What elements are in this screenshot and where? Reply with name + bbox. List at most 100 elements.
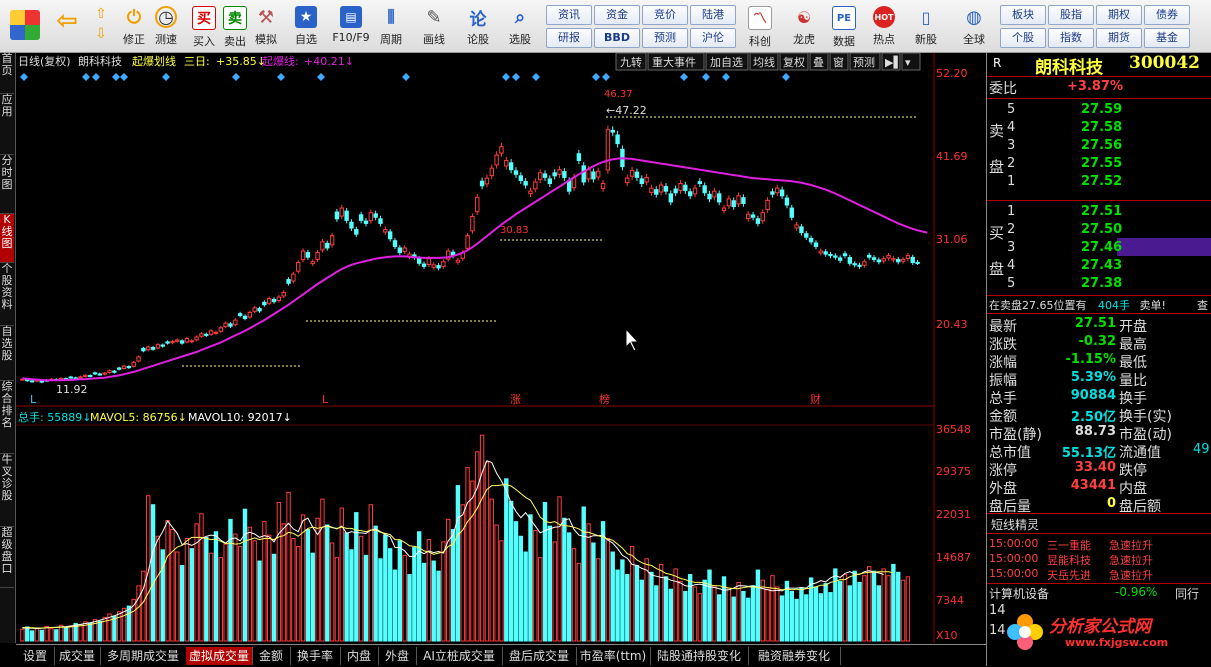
- tool-window[interactable]: 窗: [833, 55, 844, 69]
- simulate-button[interactable]: ⚒ 模拟: [250, 2, 282, 50]
- marker-l-2: L: [322, 393, 329, 406]
- tool-ma[interactable]: 均线: [753, 55, 775, 69]
- hot-icon: HOT: [873, 6, 895, 28]
- indicator-tab[interactable]: 成交量: [54, 647, 101, 665]
- auction-button[interactable]: 竞价: [642, 5, 688, 25]
- volume-bar: [407, 574, 412, 642]
- notice-check-link[interactable]: 查: [1197, 297, 1208, 313]
- ipo-button[interactable]: ▯ 新股: [910, 2, 942, 50]
- sector-name: 计算机设备: [989, 587, 1050, 601]
- short-sprite-item[interactable]: 15:00:00 三一重能 急速拉升: [987, 537, 1211, 552]
- draw-line-button[interactable]: ✎ 画线: [418, 2, 450, 50]
- tab-profile[interactable]: 个股资料: [0, 263, 14, 326]
- indicator-tab[interactable]: 换手率: [290, 647, 341, 665]
- stat-value: 55.13亿: [1061, 446, 1116, 461]
- f10-button[interactable]: ▤ F10/F9: [329, 2, 373, 50]
- tool-forecast[interactable]: 预测: [853, 56, 875, 69]
- sector-button[interactable]: 板块: [1000, 5, 1046, 25]
- research-button[interactable]: 研报: [546, 28, 592, 48]
- tab-ranking[interactable]: 综合排名: [0, 381, 14, 454]
- options-button[interactable]: 期权: [1096, 5, 1142, 25]
- star-market-button[interactable]: 〽 科创: [744, 2, 776, 50]
- sell-level-row[interactable]: 3 27.56: [987, 138, 1211, 156]
- tab-apps[interactable]: 应用: [0, 94, 14, 155]
- tool-jiuzhuan[interactable]: 九转: [620, 55, 642, 69]
- volume-bar: [54, 629, 59, 642]
- bbd-button[interactable]: BBD: [594, 28, 640, 48]
- indices-button[interactable]: 指数: [1048, 28, 1094, 48]
- tab-diagnosis[interactable]: 牛叉诊股: [0, 454, 14, 527]
- tool-toggle-icon[interactable]: ▶▌: [885, 55, 902, 69]
- short-sprite-item[interactable]: 15:00:00 昱能科技 急速拉升: [987, 552, 1211, 567]
- revise-button[interactable]: ⏻ 修正: [118, 2, 150, 50]
- sprite-event: 急速拉升: [1109, 569, 1153, 582]
- buy-button[interactable]: 买 买入: [188, 2, 220, 50]
- globe-button[interactable]: ◍ 全球: [954, 2, 994, 50]
- data-button[interactable]: PE 数据: [828, 2, 860, 50]
- shanghai-london-button[interactable]: 沪伦: [690, 28, 736, 48]
- kline-chart[interactable]: 日线(复权) 朗科科技 起爆划线 三日: +35.85↓ 起爆线: +40.21…: [16, 53, 986, 643]
- tab-intraday[interactable]: 分时图: [0, 155, 14, 214]
- app-logo-button[interactable]: [4, 2, 46, 50]
- hot-button[interactable]: HOT 热点: [868, 2, 900, 50]
- indicator-tab[interactable]: 设置: [16, 647, 55, 665]
- back-icon: ⇦: [56, 6, 78, 36]
- sprite-event: 急速拉升: [1109, 539, 1153, 552]
- buy-level-row[interactable]: 3 27.46: [987, 240, 1211, 258]
- funds-button[interactable]: 基金: [1144, 28, 1190, 48]
- back-button[interactable]: ⇦: [50, 2, 84, 50]
- tab-super-level2[interactable]: 超级盘口: [0, 527, 14, 588]
- indicator-tab[interactable]: 陆股通持股变化: [650, 647, 749, 665]
- tab-home[interactable]: 首页: [0, 53, 14, 94]
- buy-level-row[interactable]: 2 27.50: [987, 222, 1211, 240]
- indicator-tab[interactable]: 金额: [252, 647, 291, 665]
- bonds-button[interactable]: 债券: [1144, 5, 1190, 25]
- short-sprite-title: 短线精灵: [991, 518, 1040, 532]
- volume-bar: [276, 501, 282, 642]
- indicator-tab[interactable]: AI立桩成交量: [416, 647, 503, 665]
- sell-level-row[interactable]: 1 27.52: [987, 174, 1211, 192]
- stock-picker-button[interactable]: ⌕ 选股: [504, 2, 536, 50]
- sell-level-row[interactable]: 2 27.55: [987, 156, 1211, 174]
- short-sprite-item[interactable]: 15:00:00 天岳先进 急速拉升: [987, 567, 1211, 582]
- indicator-tab[interactable]: 外盘: [378, 647, 417, 665]
- sell-level-row[interactable]: 5 27.59: [987, 102, 1211, 120]
- futures-button[interactable]: 期货: [1096, 28, 1142, 48]
- hk-connect-button[interactable]: 陆港: [690, 5, 736, 25]
- sell-level-row[interactable]: 4 27.58: [987, 120, 1211, 138]
- sell-button[interactable]: 卖 卖出: [219, 2, 251, 50]
- discuss-icon: 论: [469, 9, 487, 30]
- tool-adjust[interactable]: 复权: [783, 55, 805, 69]
- forecast-button[interactable]: 预测: [642, 28, 688, 48]
- dragon-tiger-button[interactable]: ☯ 龙虎: [788, 2, 820, 50]
- speed-test-button[interactable]: ◷ 测速: [150, 2, 182, 50]
- index-futures-button[interactable]: 股指: [1048, 5, 1094, 25]
- news-button[interactable]: 资讯: [546, 5, 592, 25]
- indicator-tab[interactable]: 盘后成交量: [502, 647, 577, 665]
- watchlist-button[interactable]: ★ 自选: [290, 2, 322, 50]
- indicator-tab[interactable]: 多周期成交量: [100, 647, 187, 665]
- stocks-button[interactable]: 个股: [1000, 28, 1046, 48]
- buy-level-row[interactable]: 4 27.43: [987, 258, 1211, 276]
- discuss-button[interactable]: 论 论股: [462, 2, 494, 50]
- indicator-tab[interactable]: 虚拟成交量: [186, 647, 253, 665]
- indicator-tab[interactable]: 融资融券变化: [748, 647, 841, 665]
- tool-add-watchlist[interactable]: 加自选: [710, 56, 743, 69]
- indicator-tab[interactable]: 内盘: [340, 647, 379, 665]
- indicator-tab[interactable]: 市盈率(ttm): [576, 647, 651, 665]
- volume-bar: [813, 586, 819, 642]
- period-button[interactable]: ⫼ 周期: [375, 2, 407, 50]
- capital-button[interactable]: 资金: [594, 5, 640, 25]
- up-down-button[interactable]: ⇧ ⇩: [88, 2, 114, 50]
- tool-menu-icon[interactable]: ▾: [905, 56, 911, 69]
- tab-kline[interactable]: K线图: [0, 214, 14, 263]
- buy-level-row[interactable]: 1 27.51: [987, 204, 1211, 222]
- stat-label: 市盈(静): [989, 427, 1042, 443]
- tool-major-events[interactable]: 重大事件: [652, 55, 696, 69]
- stat-row: 总市值 55.13亿 流通值 49: [987, 442, 1211, 461]
- tab-watchlist[interactable]: 自选股: [0, 326, 14, 381]
- sell-book: 卖 盘 5 27.59 4 27.58 3 27.56 2 27.55 1 27.52: [987, 100, 1122, 200]
- buy-level-row[interactable]: 5 27.38: [987, 276, 1211, 294]
- volume-bar: [818, 593, 824, 642]
- tool-overlay[interactable]: 叠: [813, 56, 824, 69]
